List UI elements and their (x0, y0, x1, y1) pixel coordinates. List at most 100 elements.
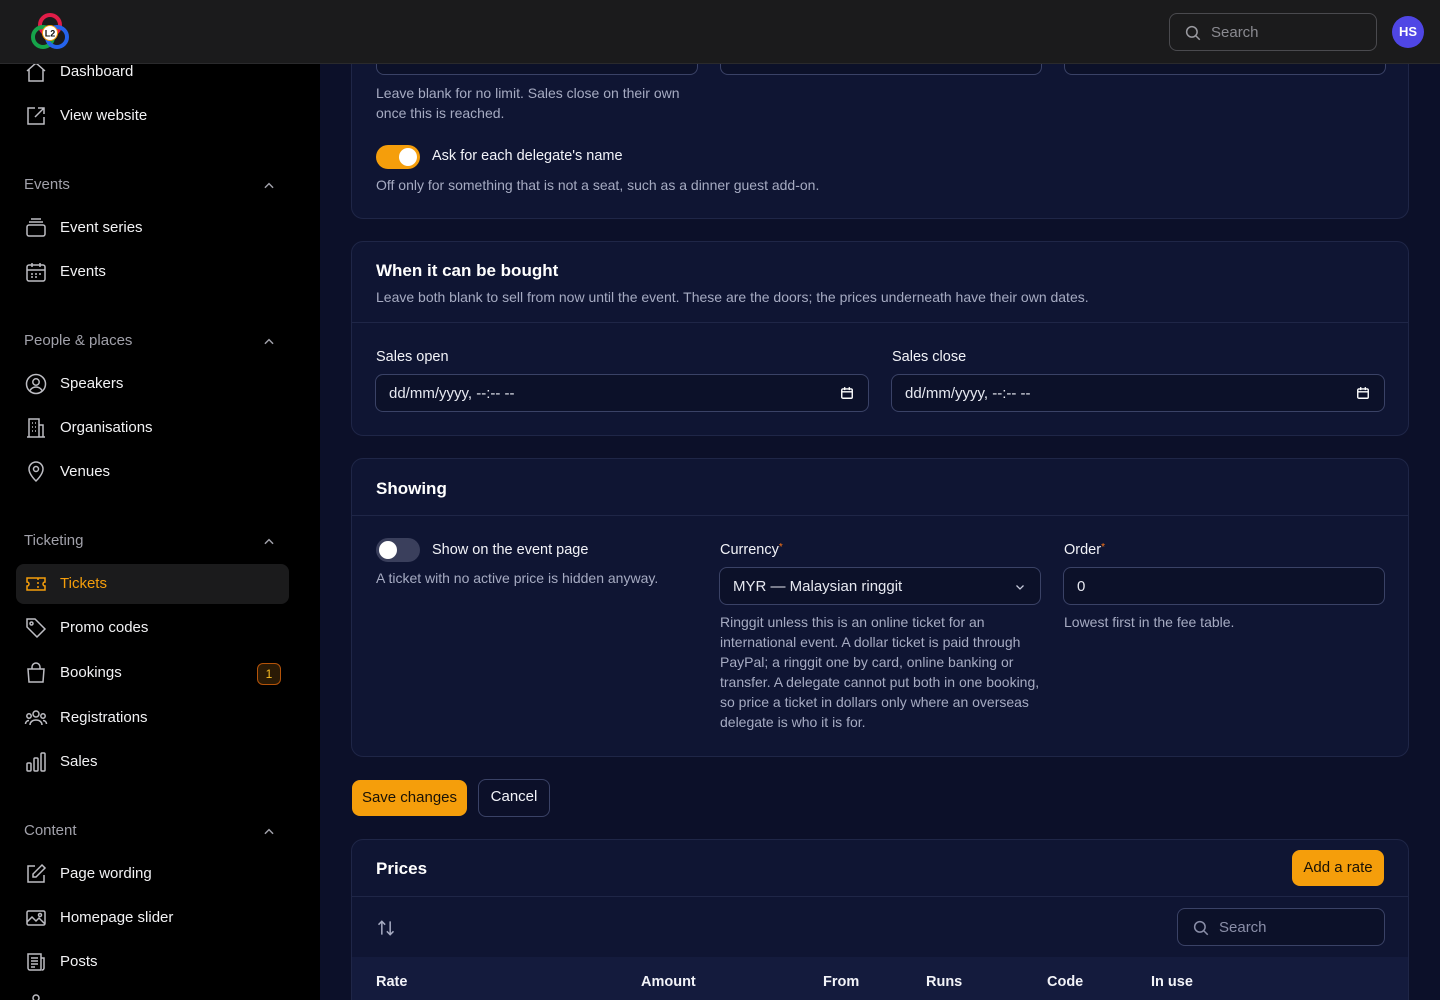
global-search-input[interactable]: Search (1169, 13, 1377, 51)
sidebar-item-label: Registrations (60, 709, 148, 726)
currency-value: MYR — Malaysian ringgit (733, 578, 903, 595)
sidebar-item-page-wording[interactable]: Page wording (16, 854, 289, 894)
sidebar-item-registrations[interactable]: Registrations (16, 698, 289, 738)
sidebar-item-label: Venues (60, 463, 111, 480)
column-header-rate[interactable]: Rate (376, 974, 407, 990)
add-rate-button[interactable]: Add a rate (1292, 850, 1384, 886)
sidebar-group-ticketing[interactable]: Ticketing (24, 532, 280, 552)
prices-table-header: Rate Amount From Runs Code In use (352, 957, 1408, 1000)
sidebar-item-label: Posts (60, 953, 98, 970)
sidebar-item-promo-codes[interactable]: Promo codes (16, 608, 289, 648)
capacity-help: Leave blank for no limit. Sales close on… (376, 85, 680, 121)
prices-search-input[interactable]: Search (1177, 908, 1385, 946)
user-avatar[interactable]: HS (1392, 16, 1424, 48)
ask-name-label: Ask for each delegate's name (432, 148, 623, 164)
calendar-icon (26, 263, 46, 282)
sidebar-item-label: Events (60, 263, 106, 280)
app-logo[interactable]: L2 (30, 12, 70, 52)
sidebar-item-label: Tickets (60, 575, 107, 592)
photo-icon (26, 910, 46, 926)
sidebar-item-posts[interactable]: Posts (16, 942, 289, 982)
sort-icon[interactable] (376, 918, 396, 938)
sidebar-item-event-series[interactable]: Event series (16, 208, 289, 248)
top-bar: L2 Search HS (0, 0, 1440, 64)
chevron-up-icon (264, 538, 274, 545)
when-title: When it can be bought (376, 261, 559, 280)
sidebar-group-events[interactable]: Events (24, 176, 280, 196)
sidebar-item-events[interactable]: Events (16, 252, 289, 292)
ask-name-help: Off only for something that is not a sea… (376, 177, 820, 193)
divider (352, 896, 1408, 897)
sales-open-value: dd/mm/yyyy, --:-- -- (389, 385, 515, 402)
user-circle-icon (25, 373, 47, 395)
newspaper-icon (27, 953, 45, 971)
external-edit-icon (27, 107, 45, 125)
sidebar-group-label: Events (24, 176, 70, 193)
column-header-from[interactable]: From (823, 974, 859, 990)
calendar-icon[interactable] (1356, 386, 1370, 400)
global-search-placeholder: Search (1211, 24, 1259, 41)
sidebar-item-label: Sales (60, 753, 98, 770)
bookings-count-badge: 1 (257, 663, 281, 685)
show-on-page-toggle[interactable] (376, 538, 420, 562)
sidebar-group-label: Content (24, 822, 77, 839)
sidebar-item-view-website[interactable]: View website (16, 96, 289, 136)
currency-select[interactable]: MYR — Malaysian ringgit (719, 567, 1041, 605)
shopping-bag-icon (27, 662, 45, 683)
sales-close-value: dd/mm/yyyy, --:-- -- (905, 385, 1031, 402)
building-icon (27, 418, 45, 438)
sidebar-item-sales[interactable]: Sales (16, 742, 289, 782)
sidebar-item-label: Page wording (60, 865, 152, 882)
sidebar-item-label: Speakers (60, 375, 124, 392)
sidebar-item-homepage-slider[interactable]: Homepage slider (16, 898, 289, 938)
sales-close-label: Sales close (892, 349, 967, 365)
sidebar-item-label: Homepage slider (60, 909, 174, 926)
divider (352, 515, 1408, 516)
chevron-up-icon (264, 828, 274, 835)
sidebar-item-label: Bookings (60, 664, 122, 681)
user-group-icon (24, 710, 48, 726)
sidebar-item-dashboard[interactable]: Dashboard (16, 64, 289, 92)
when-card: When it can be bought Leave both blank t… (351, 241, 1409, 436)
chart-bar-icon (26, 752, 46, 772)
chevron-up-icon (264, 182, 274, 189)
sidebar-item-label: Dashboard (60, 64, 134, 80)
currency-label: Currency* (720, 542, 783, 558)
show-on-page-label: Show on the event page (432, 542, 589, 558)
save-changes-button[interactable]: Save changes (352, 780, 467, 816)
sidebar-item-bookings[interactable]: Bookings 1 (16, 653, 289, 693)
cancel-button[interactable]: Cancel (478, 779, 550, 817)
column-header-runs[interactable]: Runs (926, 974, 962, 990)
sidebar-item-tickets[interactable]: Tickets (16, 564, 289, 604)
map-pin-icon (28, 461, 44, 483)
calendar-icon[interactable] (840, 386, 854, 400)
required-marker: * (778, 542, 783, 553)
more-item-icon (32, 994, 40, 1000)
ask-name-toggle[interactable] (376, 145, 420, 169)
search-icon (1193, 920, 1209, 936)
sidebar-item-label: Promo codes (60, 619, 149, 636)
logo-text: L2 (45, 29, 56, 39)
column-header-amount[interactable]: Amount (641, 974, 696, 990)
sidebar-group-content[interactable]: Content (24, 822, 280, 842)
sidebar-item-venues[interactable]: Venues (16, 452, 289, 492)
sales-open-input[interactable]: dd/mm/yyyy, --:-- -- (375, 374, 869, 412)
column-header-in-use[interactable]: In use (1151, 974, 1193, 990)
pencil-square-icon (27, 863, 47, 883)
divider (352, 322, 1408, 323)
sidebar-group-people-places[interactable]: People & places (24, 332, 280, 352)
tag-icon (26, 618, 47, 639)
column-header-code[interactable]: Code (1047, 974, 1083, 990)
showing-title: Showing (376, 479, 447, 498)
sidebar-item-organisations[interactable]: Organisations (16, 408, 289, 448)
sidebar-item-label: View website (60, 107, 148, 124)
sales-open-label: Sales open (376, 349, 449, 365)
sidebar-item-speakers[interactable]: Speakers (16, 364, 289, 404)
sales-close-input[interactable]: dd/mm/yyyy, --:-- -- (891, 374, 1385, 412)
search-icon (1185, 25, 1201, 41)
chevron-down-icon (1016, 585, 1024, 590)
order-label: Order* (1064, 542, 1105, 558)
order-input[interactable]: 0 (1063, 567, 1385, 605)
home-icon (26, 64, 46, 82)
prices-search-placeholder: Search (1219, 919, 1267, 936)
